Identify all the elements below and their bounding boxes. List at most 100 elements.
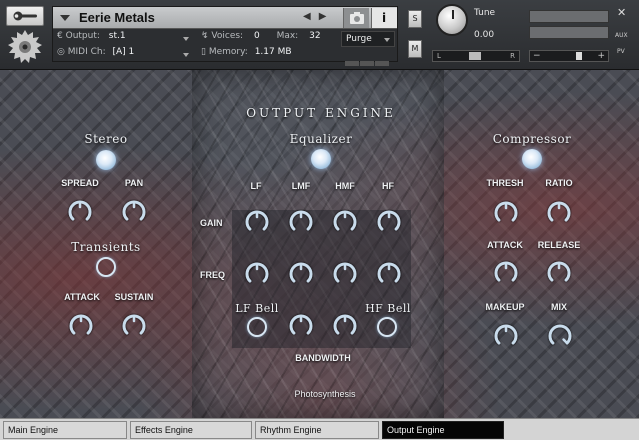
purge-dropdown[interactable]: Purge bbox=[341, 31, 395, 47]
mix-knob[interactable] bbox=[547, 323, 573, 349]
volume-slider[interactable]: − + bbox=[529, 50, 609, 62]
bandwidth-label: BANDWIDTH bbox=[295, 353, 351, 363]
preset-name: Photosynthesis bbox=[294, 389, 356, 399]
thresh-knob[interactable] bbox=[493, 200, 519, 226]
mute-button[interactable]: M bbox=[408, 40, 422, 58]
output-row[interactable]: € Output: st.1 bbox=[57, 31, 126, 47]
tune-value[interactable]: 0.00 bbox=[474, 30, 494, 40]
tool-box bbox=[6, 6, 44, 63]
lmf-label: LMF bbox=[291, 181, 311, 191]
pv-button[interactable]: PV bbox=[617, 48, 625, 55]
instrument-nav-arrows-icon[interactable]: ◀▶ bbox=[303, 11, 334, 22]
lf-bell-label: LF Bell bbox=[235, 302, 279, 315]
output-label: Output: bbox=[65, 31, 100, 41]
max-value[interactable]: 32 bbox=[309, 31, 320, 41]
spread-knob[interactable] bbox=[67, 199, 93, 225]
voices-value: 0 bbox=[253, 31, 260, 41]
hf-gain-knob[interactable] bbox=[376, 209, 402, 235]
compressor-power-button[interactable] bbox=[522, 149, 542, 169]
hmf-gain-knob[interactable] bbox=[332, 209, 358, 235]
solo-button[interactable]: S bbox=[408, 10, 422, 28]
transients-attack-label: ATTACK bbox=[64, 292, 100, 302]
max-label: Max: bbox=[276, 31, 299, 41]
lf-freq-knob[interactable] bbox=[244, 261, 270, 287]
output-value: st.1 bbox=[108, 31, 126, 41]
instrument-name[interactable]: Eerie Metals bbox=[79, 10, 155, 25]
release-knob[interactable] bbox=[546, 260, 572, 286]
compressor-attack-knob[interactable] bbox=[493, 260, 519, 286]
tab-output-engine[interactable]: Output Engine bbox=[382, 421, 504, 439]
tune-knob[interactable] bbox=[436, 4, 468, 36]
transients-title: Transients bbox=[71, 240, 141, 254]
output-icon: € bbox=[57, 31, 63, 41]
level-meter-left bbox=[529, 10, 609, 23]
freq-label: FREQ bbox=[200, 270, 226, 280]
output-dropdown-icon[interactable] bbox=[183, 37, 189, 41]
sustain-label: SUSTAIN bbox=[114, 292, 154, 302]
midi-value: [A] 1 bbox=[112, 47, 135, 57]
tab-effects-engine[interactable]: Effects Engine bbox=[130, 421, 252, 439]
midi-label: MIDI Ch: bbox=[67, 47, 106, 57]
tab-main-engine[interactable]: Main Engine bbox=[3, 421, 127, 439]
lf-bell-toggle[interactable] bbox=[247, 317, 267, 337]
instrument-menu-arrow-icon[interactable] bbox=[60, 15, 70, 21]
compressor-title: Compressor bbox=[492, 132, 572, 146]
hf-bell-label: HF Bell bbox=[365, 302, 411, 315]
sustain-knob[interactable] bbox=[121, 313, 147, 339]
memory-row: ▯ Memory: 1.17 MB bbox=[201, 47, 292, 63]
gain-label: GAIN bbox=[200, 218, 223, 228]
instrument-title-bar: Eerie Metals ◀▶ i bbox=[53, 7, 397, 29]
instrument-header: Eerie Metals ◀▶ i € Output: st.1 ◎ MIDI … bbox=[0, 0, 639, 70]
info-button[interactable]: i bbox=[371, 8, 397, 28]
tab-rhythm-engine[interactable]: Rhythm Engine bbox=[255, 421, 379, 439]
equalizer-power-button[interactable] bbox=[311, 149, 331, 169]
pan-slider-handle[interactable] bbox=[469, 52, 481, 60]
lf-label: LF bbox=[250, 181, 262, 191]
volume-plus-label: + bbox=[597, 51, 605, 61]
voices-icon: ↯ bbox=[201, 31, 209, 41]
transients-attack-knob[interactable] bbox=[68, 313, 94, 339]
ratio-label: RATIO bbox=[545, 178, 573, 188]
mix-label: MIX bbox=[550, 302, 568, 312]
midi-icon: ◎ bbox=[57, 47, 65, 57]
equalizer-title: Equalizer bbox=[289, 132, 353, 146]
midi-row[interactable]: ◎ MIDI Ch: [A] 1 bbox=[57, 47, 134, 63]
hmf-bandwidth-knob[interactable] bbox=[332, 313, 358, 339]
page-title: OUTPUT ENGINE bbox=[246, 106, 396, 120]
ratio-knob[interactable] bbox=[546, 200, 572, 226]
pan-slider[interactable]: L R bbox=[432, 50, 520, 62]
makeup-label: MAKEUP bbox=[485, 302, 525, 312]
pan-right-label: R bbox=[510, 52, 515, 60]
cpu-meters bbox=[345, 51, 391, 66]
compressor-attack-label: ATTACK bbox=[487, 240, 523, 250]
lmf-freq-knob[interactable] bbox=[288, 261, 314, 287]
instrument-options-button[interactable] bbox=[6, 6, 44, 26]
stereo-title: Stereo bbox=[84, 132, 128, 146]
pan-left-label: L bbox=[437, 52, 441, 60]
hf-label: HF bbox=[382, 181, 394, 191]
thresh-label: THRESH bbox=[486, 178, 524, 188]
close-icon[interactable]: ✕ bbox=[617, 6, 626, 19]
memory-label: Memory: bbox=[208, 47, 248, 57]
lf-gain-knob[interactable] bbox=[244, 209, 270, 235]
transients-power-button[interactable] bbox=[96, 257, 116, 277]
aux-button[interactable]: AUX bbox=[615, 32, 628, 39]
volume-slider-handle[interactable] bbox=[576, 52, 582, 60]
lmf-gain-knob[interactable] bbox=[288, 209, 314, 235]
engine-tab-bar: Main Engine Effects Engine Rhythm Engine… bbox=[0, 418, 639, 440]
pan-label: PAN bbox=[124, 178, 144, 188]
makeup-knob[interactable] bbox=[493, 323, 519, 349]
pan-knob[interactable] bbox=[121, 199, 147, 225]
hf-freq-knob[interactable] bbox=[376, 261, 402, 287]
lmf-bandwidth-knob[interactable] bbox=[288, 313, 314, 339]
midi-dropdown-icon[interactable] bbox=[183, 53, 189, 57]
hmf-label: HMF bbox=[335, 181, 355, 191]
memory-value: 1.17 MB bbox=[254, 47, 292, 57]
stereo-power-button[interactable] bbox=[96, 150, 116, 170]
tune-label: Tune bbox=[474, 8, 496, 18]
snapshot-button[interactable] bbox=[343, 8, 369, 28]
hmf-freq-knob[interactable] bbox=[332, 261, 358, 287]
hf-bell-toggle[interactable] bbox=[377, 317, 397, 337]
info-icon: i bbox=[382, 11, 387, 25]
volume-minus-label: − bbox=[533, 51, 541, 61]
